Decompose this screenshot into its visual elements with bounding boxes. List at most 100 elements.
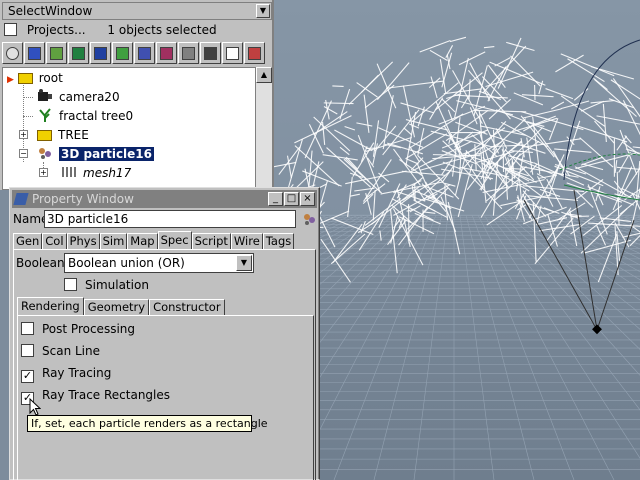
minimize-button[interactable]: _ xyxy=(268,192,283,206)
tree-item-particle[interactable]: 3D particle16 xyxy=(37,145,155,163)
simulation-label: Simulation xyxy=(85,278,149,292)
tree-item-mesh[interactable]: mesh17 xyxy=(61,164,131,182)
subtab-geometry[interactable]: Geometry xyxy=(83,299,150,315)
rendering-options: Post Processing Scan Line ✓ Ray Tracing ✓ Ray… xyxy=(17,315,314,480)
mesh-icon xyxy=(61,165,77,179)
selection-count: 1 objects selected xyxy=(107,23,217,37)
tab-gen[interactable]: Gen xyxy=(13,233,43,249)
property-tabs: Gen Col Phys Sim Map Spec Script Wire Tags xyxy=(13,231,295,249)
option-label: Post Processing xyxy=(42,322,135,336)
option-scan-line[interactable]: Scan Line xyxy=(21,343,100,359)
particle-icon xyxy=(37,146,53,160)
boolean-select[interactable]: Boolean union (OR) ▼ xyxy=(64,253,254,273)
tree-item-root[interactable]: ▶ root xyxy=(7,69,63,87)
folder-icon xyxy=(17,73,33,84)
subtab-rendering[interactable]: Rendering xyxy=(17,297,84,315)
select-window-title[interactable]: SelectWindow ▼ xyxy=(2,2,272,20)
tree-line xyxy=(23,116,33,117)
mouse-cursor-icon xyxy=(29,397,42,416)
projects-label[interactable]: Projects... xyxy=(27,23,86,37)
projects-checkbox[interactable] xyxy=(4,23,17,36)
tree-line xyxy=(23,97,33,98)
save-button[interactable] xyxy=(90,42,111,64)
gear-tool-button[interactable] xyxy=(178,42,199,64)
crop-button[interactable] xyxy=(222,42,243,64)
tree-scrollbar[interactable]: ▲ xyxy=(256,67,272,190)
save-icon xyxy=(94,46,107,60)
tree-item-tree-folder[interactable]: TREE xyxy=(37,126,89,144)
3d-viewport[interactable] xyxy=(274,0,640,480)
name-field[interactable]: 3D particle16 xyxy=(44,210,296,228)
tree-item-label: fractal tree0 xyxy=(59,109,134,123)
camera-icon xyxy=(37,89,53,103)
mountain-button[interactable] xyxy=(68,42,89,64)
option-ray-trace-rectangles[interactable]: ✓ Ray Trace Rectangles xyxy=(21,387,170,405)
spec-panel: Boolean Boolean union (OR) ▼ Simulation … xyxy=(13,249,316,480)
simulation-row[interactable]: Simulation xyxy=(64,277,149,293)
viewport-scene xyxy=(274,0,640,480)
tab-wire[interactable]: Wire xyxy=(230,233,263,249)
film-icon xyxy=(138,46,151,60)
landscape-button[interactable] xyxy=(46,42,67,64)
particle-icon[interactable] xyxy=(300,210,318,228)
option-checkbox[interactable] xyxy=(21,344,34,357)
network-icon xyxy=(204,46,217,60)
tab-phys[interactable]: Phys xyxy=(66,233,100,249)
tab-spec[interactable]: Spec xyxy=(157,231,192,249)
select-window-title-text: SelectWindow xyxy=(8,4,93,18)
caret-right-icon: ▶ xyxy=(7,75,14,85)
option-checkbox[interactable]: ✓ xyxy=(21,370,34,383)
option-post-processing[interactable]: Post Processing xyxy=(21,321,135,337)
plant-icon xyxy=(37,108,53,122)
tab-sim[interactable]: Sim xyxy=(99,233,128,249)
window-controls: _ □ × xyxy=(268,192,315,206)
tree-item-camera[interactable]: camera20 xyxy=(37,88,120,106)
grid-icon xyxy=(116,46,129,60)
chevron-down-icon[interactable]: ▼ xyxy=(236,255,252,271)
tree-item-label: root xyxy=(38,71,63,85)
tab-tags[interactable]: Tags xyxy=(262,233,295,249)
layers-button[interactable] xyxy=(244,42,265,64)
film-button[interactable] xyxy=(134,42,155,64)
option-label: Scan Line xyxy=(42,344,100,358)
collapse-icon[interactable]: − xyxy=(19,149,28,158)
mountain-icon xyxy=(72,46,85,60)
render-button[interactable] xyxy=(156,42,177,64)
scene-tree[interactable]: ▶ root camera20 fractal tree0 TREE + 3D … xyxy=(2,67,256,190)
gear-tool-icon xyxy=(182,46,195,60)
maximize-button[interactable]: □ xyxy=(284,192,299,206)
close-button[interactable]: × xyxy=(300,192,315,206)
network-button[interactable] xyxy=(200,42,221,64)
cube-icon xyxy=(28,46,41,60)
grid-button[interactable] xyxy=(112,42,133,64)
property-window-titlebar[interactable]: Property Window _ □ × xyxy=(12,190,317,208)
option-checkbox[interactable] xyxy=(21,322,34,335)
scroll-up-icon[interactable]: ▲ xyxy=(256,67,272,83)
chevron-down-icon[interactable]: ▼ xyxy=(256,4,270,18)
window-icon xyxy=(13,193,29,205)
tab-map[interactable]: Map xyxy=(127,233,158,249)
sphere-icon xyxy=(6,46,19,60)
projects-row: Projects... 1 objects selected xyxy=(4,22,217,38)
option-ray-tracing[interactable]: ✓ Ray Tracing xyxy=(21,365,111,383)
select-toolbar xyxy=(2,42,265,66)
subtab-constructor[interactable]: Constructor xyxy=(149,299,225,315)
rendering-subtabs: Rendering Geometry Constructor xyxy=(17,297,225,315)
folder-icon xyxy=(37,130,52,141)
tab-col[interactable]: Col xyxy=(42,233,67,249)
tree-item-label: camera20 xyxy=(59,90,120,104)
crop-icon xyxy=(226,46,239,60)
cube-button[interactable] xyxy=(24,42,45,64)
simulation-checkbox[interactable] xyxy=(64,278,77,291)
tree-item-label: mesh17 xyxy=(83,166,132,180)
tab-script[interactable]: Script xyxy=(191,233,231,249)
property-window: Property Window _ □ × Name 3D particle16… xyxy=(9,187,320,480)
tree-item-label: TREE xyxy=(58,128,89,142)
property-window-title: Property Window xyxy=(32,192,134,206)
sphere-button[interactable] xyxy=(2,42,23,64)
layers-icon xyxy=(248,46,261,60)
expand-icon[interactable]: + xyxy=(19,130,28,139)
expand-icon[interactable]: + xyxy=(39,168,48,177)
tree-item-fractal-tree[interactable]: fractal tree0 xyxy=(37,107,133,125)
boolean-select-value: Boolean union (OR) xyxy=(68,256,185,270)
